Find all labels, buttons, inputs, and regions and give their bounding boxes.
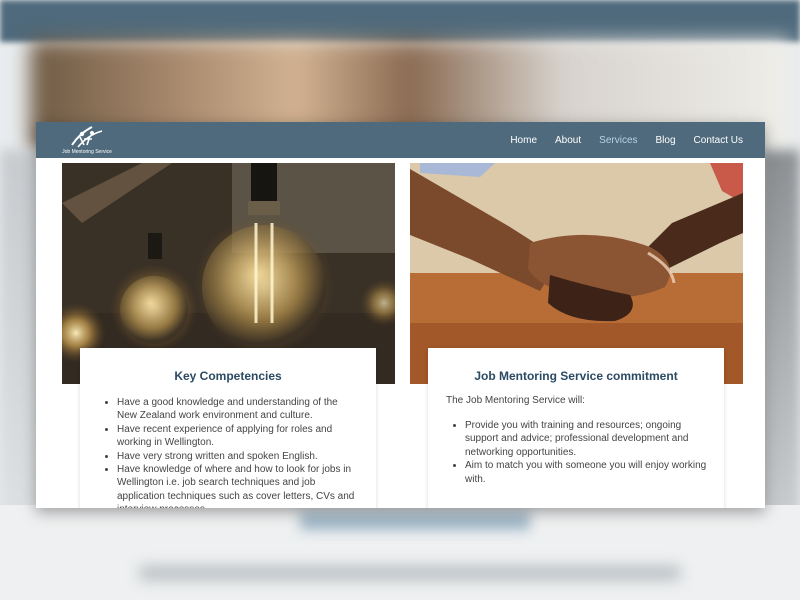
key-competencies-card: Key Competencies Have a good knowledge a… [80,348,376,508]
site-logo[interactable]: Job Mentoring Service [62,125,112,157]
card-title: Key Competencies [174,369,282,383]
site-header: Job Mentoring Service Home About Service… [36,122,765,158]
people-logo-icon [71,126,103,148]
nav-contact-us[interactable]: Contact Us [694,135,743,146]
nav-blog[interactable]: Blog [656,135,676,146]
background-button [300,512,530,530]
background-right-edge [762,150,800,550]
list-item: Have recent experience of applying for r… [117,423,360,450]
commitment-card: Job Mentoring Service commitment The Job… [428,348,724,508]
list-item: Provide you with training and resources;… [465,419,708,459]
list-item: Have a good knowledge and understanding … [117,396,360,423]
list-item: Aim to match you with someone you will e… [465,459,708,486]
nav-about[interactable]: About [555,135,581,146]
nav-services[interactable]: Services [599,135,637,146]
nav-home[interactable]: Home [510,135,537,146]
page-window: Job Mentoring Service Home About Service… [36,122,765,508]
card-intro: The Job Mentoring Service will: [446,395,585,406]
commitment-list: Provide you with training and resources;… [446,419,708,486]
list-item: Have very strong written and spoken Engl… [117,450,360,463]
card-title: Job Mentoring Service commitment [474,369,678,383]
logo-text: Job Mentoring Service [62,149,112,155]
list-item: Have knowledge of where and how to look … [117,463,360,508]
main-nav: Home About Services Blog Contact Us [492,122,743,158]
background-text [140,566,680,580]
background-left-edge [0,150,40,550]
competencies-list: Have a good knowledge and understanding … [98,396,360,508]
background-header [0,0,800,42]
